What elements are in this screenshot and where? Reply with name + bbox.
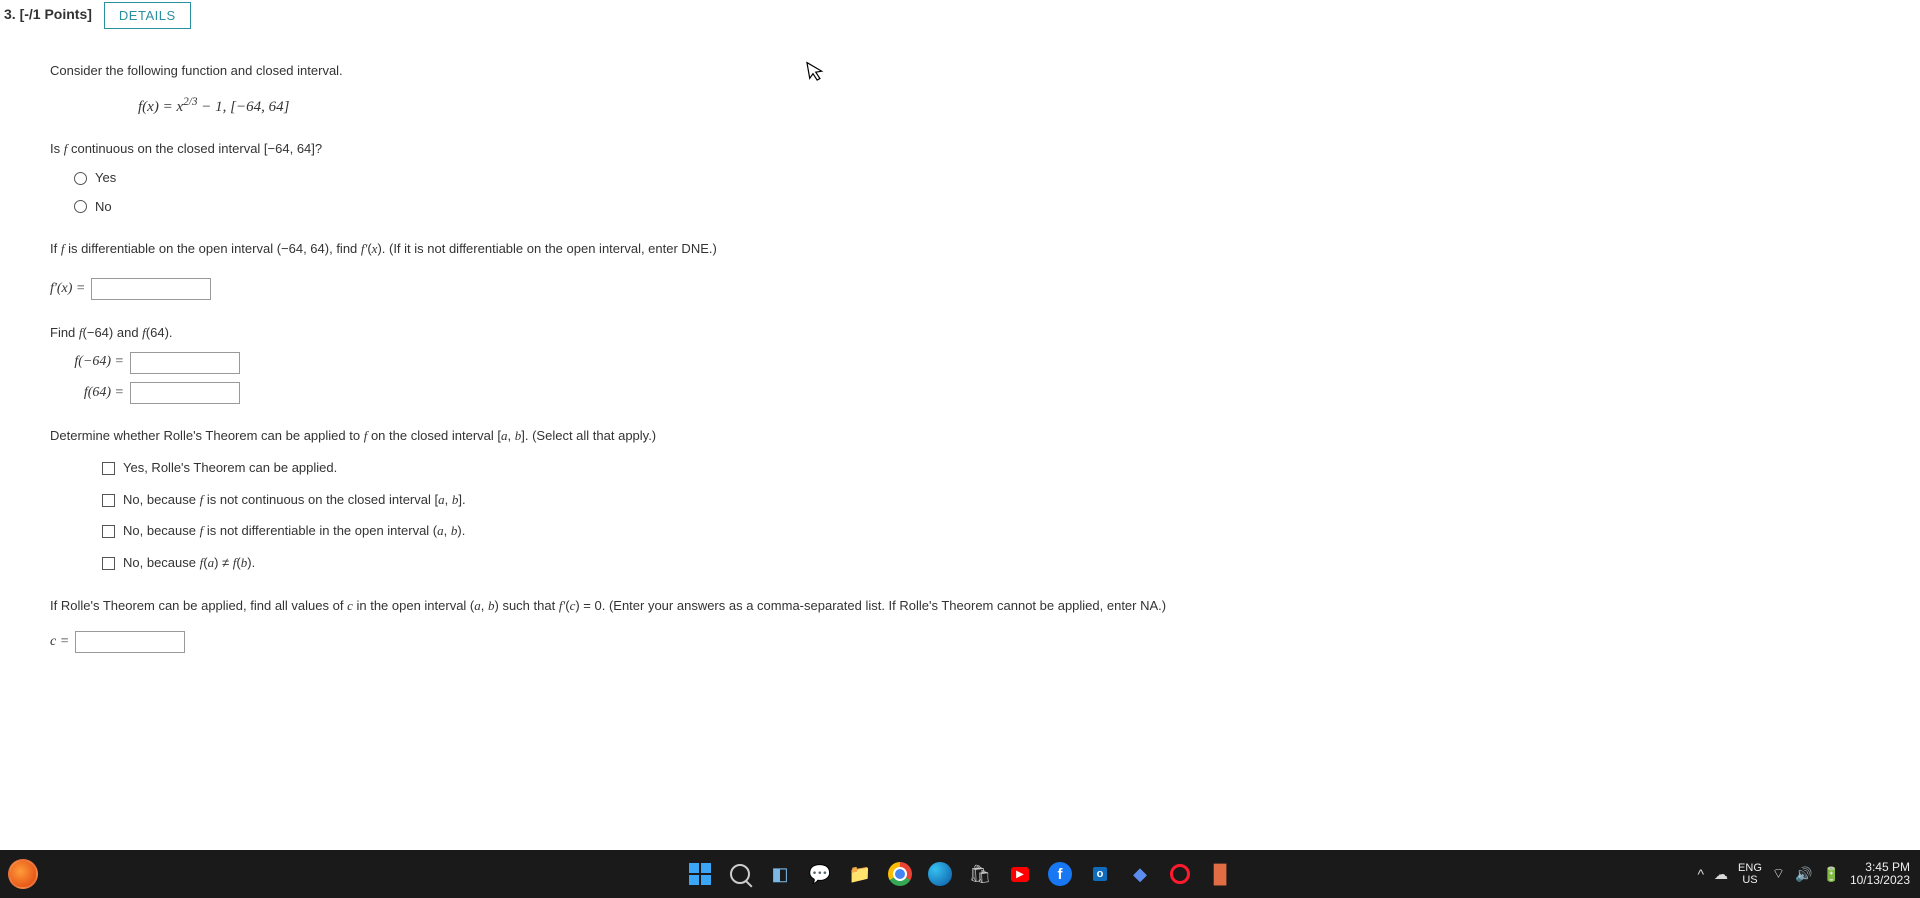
facebook-button[interactable]: f — [1045, 859, 1075, 889]
search-icon — [730, 864, 750, 884]
endpoints-question: Find f(−64) and f(64). f(−64) = f(64) = — [50, 321, 1900, 407]
check-option-yes[interactable]: Yes, Rolle's Theorem can be applied. — [102, 456, 1900, 481]
taskbar: ◧ 💬 📁 🛍 ▶ f o ◆ ▐▌ ^ ☁ ENG US ⌔ 🔊 🔋 3:45… — [0, 850, 1920, 898]
function-formula: f(x) = x2/3 − 1, [−64, 64] — [138, 92, 1900, 122]
radio-label: Yes — [95, 166, 116, 191]
chrome-button[interactable] — [885, 859, 915, 889]
app-icon: ◆ — [1133, 864, 1147, 885]
edge-icon — [928, 862, 952, 886]
details-button[interactable]: DETAILS — [104, 2, 191, 29]
checkbox-icon[interactable] — [102, 525, 115, 538]
windows-logo-icon — [689, 863, 711, 885]
checkbox-icon[interactable] — [102, 494, 115, 507]
differentiable-prompt: If f is differentiable on the open inter… — [50, 237, 1900, 262]
radio-option-yes[interactable]: Yes — [74, 166, 1900, 191]
radio-icon[interactable] — [74, 200, 87, 213]
checkbox-icon[interactable] — [102, 557, 115, 570]
continuous-question: Is f continuous on the closed interval [… — [50, 137, 1900, 219]
facebook-icon: f — [1048, 862, 1072, 886]
app2-icon: ▐▌ — [1207, 864, 1233, 885]
chat-button[interactable]: 💬 — [805, 859, 835, 889]
chrome-icon — [888, 862, 912, 886]
check-option-not-differentiable[interactable]: No, because f is not differentiable in t… — [102, 519, 1900, 544]
youtube-icon: ▶ — [1011, 867, 1029, 882]
question-header: 3. [-/1 Points] DETAILS — [0, 0, 1920, 33]
rolle-prompt: Determine whether Rolle's Theorem can be… — [50, 424, 1900, 449]
store-button[interactable]: 🛍 — [965, 859, 995, 889]
outlook-icon: o — [1093, 867, 1108, 881]
store-icon: 🛍 — [969, 864, 992, 885]
question-number: 3. [-/1 Points] — [0, 2, 92, 22]
system-tray: ^ ☁ ENG US ⌔ 🔊 🔋 3:45 PM 10/13/2023 — [1697, 861, 1910, 887]
volume-icon[interactable]: 🔊 — [1795, 866, 1812, 883]
language-indicator[interactable]: ENG US — [1738, 862, 1762, 886]
chat-icon: 💬 — [809, 864, 831, 885]
endpoints-prompt: Find f(−64) and f(64). — [50, 321, 1900, 346]
opera-icon — [1170, 864, 1190, 884]
start-button[interactable] — [685, 859, 715, 889]
youtube-button[interactable]: ▶ — [1005, 859, 1035, 889]
cloud-icon[interactable]: ☁ — [1714, 866, 1728, 883]
radio-option-no[interactable]: No — [74, 195, 1900, 220]
radio-icon[interactable] — [74, 172, 87, 185]
f-neg64-input[interactable] — [130, 352, 240, 374]
question-body: Consider the following function and clos… — [0, 41, 1920, 683]
f-64-input[interactable] — [130, 382, 240, 404]
f-64-label: f(64) = — [50, 380, 124, 407]
outlook-button[interactable]: o — [1085, 859, 1115, 889]
cvalues-prompt: If Rolle's Theorem can be applied, find … — [50, 594, 1900, 619]
check-option-fa-ne-fb[interactable]: No, because f(a) ≠ f(b). — [102, 551, 1900, 576]
battery-icon[interactable]: 🔋 — [1823, 866, 1840, 883]
file-explorer-button[interactable]: 📁 — [845, 859, 875, 889]
taskbar-center: ◧ 💬 📁 🛍 ▶ f o ◆ ▐▌ — [685, 859, 1235, 889]
intro-text: Consider the following function and clos… — [50, 59, 1900, 84]
fprime-input[interactable] — [91, 278, 211, 300]
c-input[interactable] — [75, 631, 185, 653]
app2-button[interactable]: ▐▌ — [1205, 859, 1235, 889]
checkbox-icon[interactable] — [102, 462, 115, 475]
app-button[interactable]: ◆ — [1125, 859, 1155, 889]
f-neg64-label: f(−64) = — [50, 349, 124, 376]
search-button[interactable] — [725, 859, 755, 889]
rolle-question: Determine whether Rolle's Theorem can be… — [50, 424, 1900, 575]
check-label: Yes, Rolle's Theorem can be applied. — [123, 456, 337, 481]
task-view-icon: ◧ — [771, 864, 788, 885]
check-label: No, because f is not differentiable in t… — [123, 519, 465, 544]
tray-chevron-icon[interactable]: ^ — [1697, 866, 1704, 882]
taskbar-orb-icon[interactable] — [8, 859, 38, 889]
fprime-label: f'(x) = — [50, 276, 85, 303]
opera-button[interactable] — [1165, 859, 1195, 889]
radio-label: No — [95, 195, 112, 220]
check-label: No, because f(a) ≠ f(b). — [123, 551, 255, 576]
check-label: No, because f is not continuous on the c… — [123, 488, 466, 513]
check-option-not-continuous[interactable]: No, because f is not continuous on the c… — [102, 488, 1900, 513]
differentiable-question: If f is differentiable on the open inter… — [50, 237, 1900, 302]
wifi-icon[interactable]: ⌔ — [1772, 865, 1785, 883]
edge-button[interactable] — [925, 859, 955, 889]
task-view-button[interactable]: ◧ — [765, 859, 795, 889]
cvalues-question: If Rolle's Theorem can be applied, find … — [50, 594, 1900, 655]
clock[interactable]: 3:45 PM 10/13/2023 — [1850, 861, 1910, 887]
c-label: c = — [50, 629, 69, 656]
folder-icon: 📁 — [849, 864, 871, 885]
